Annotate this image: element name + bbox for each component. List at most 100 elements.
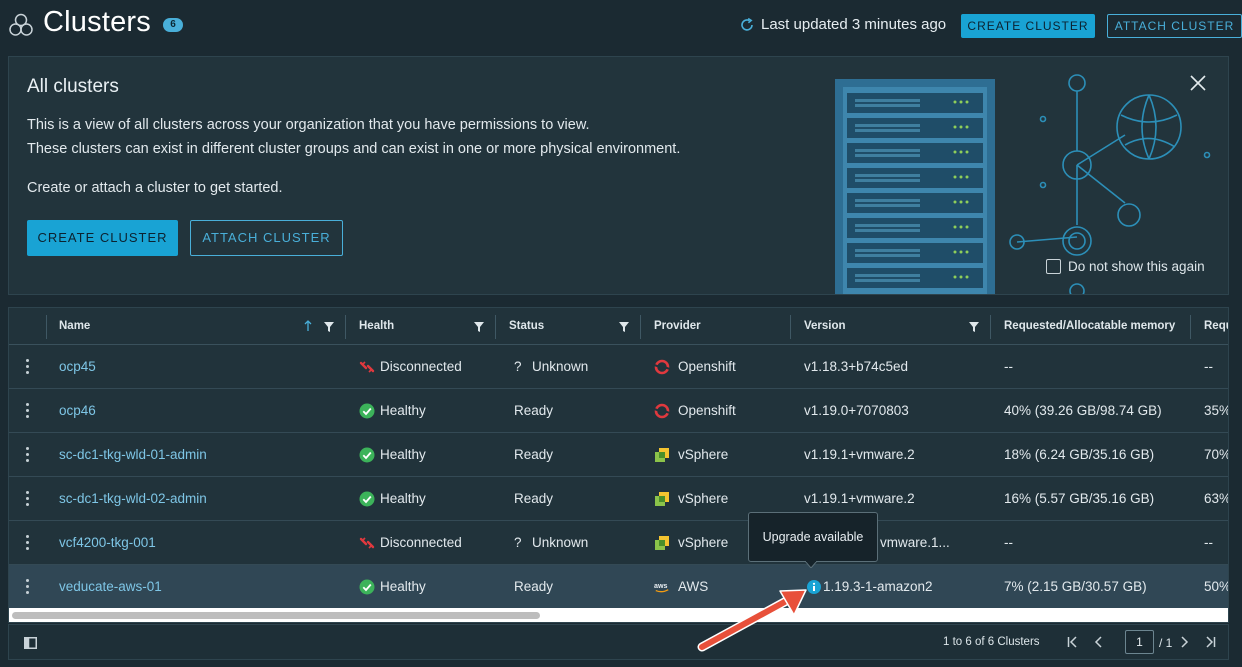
status-text: Ready: [514, 403, 554, 418]
requested-text: --: [1204, 535, 1213, 550]
requested-text: 50%: [1204, 579, 1229, 594]
provider-text: Openshift: [678, 403, 736, 418]
requested-text: --: [1204, 359, 1213, 374]
attach-cluster-button[interactable]: ATTACH CLUSTER: [1107, 14, 1242, 38]
column-header-name[interactable]: Name: [59, 320, 90, 332]
health-text: Healthy: [380, 579, 426, 594]
version-text: v1.18.3+b74c5ed: [804, 359, 908, 374]
health-text: Healthy: [380, 491, 426, 506]
table-row[interactable]: ocp45 Disconnected ? Unknown Openshift v…: [9, 345, 1228, 389]
table-row[interactable]: sc-dc1-tkg-wld-02-admin Healthy Ready vS…: [9, 477, 1228, 521]
table-row[interactable]: sc-dc1-tkg-wld-01-admin Healthy Ready vS…: [9, 433, 1229, 477]
health-text: Healthy: [380, 403, 426, 418]
row-actions-menu-icon[interactable]: [26, 403, 30, 419]
next-page-icon[interactable]: [1177, 635, 1191, 649]
page-header: Clusters 6 Last updated 3 minutes ago CR…: [0, 0, 1242, 52]
column-header-memory[interactable]: Requested/Allocatable memory: [1004, 320, 1175, 332]
cluster-name-link[interactable]: ocp45: [59, 345, 96, 389]
row-actions-menu-icon[interactable]: [26, 535, 30, 551]
close-icon[interactable]: [1189, 74, 1207, 92]
create-cluster-button[interactable]: CREATE CLUSTER: [961, 14, 1095, 38]
refresh-icon[interactable]: [739, 17, 755, 33]
disconnected-icon: [359, 537, 375, 549]
status-text: Unknown: [532, 359, 589, 374]
do-not-show-label: Do not show this again: [1068, 259, 1205, 274]
requested-text: 35%: [1204, 403, 1229, 418]
memory-text: 7% (2.15 GB/30.57 GB): [1004, 579, 1147, 594]
memory-text: --: [1004, 359, 1013, 374]
filter-icon[interactable]: [324, 322, 334, 332]
cluster-name-link[interactable]: vcf4200-tkg-001: [59, 521, 156, 565]
openshift-icon: [654, 403, 670, 419]
previous-page-icon[interactable]: [1092, 635, 1106, 649]
cluster-name-link[interactable]: sc-dc1-tkg-wld-01-admin: [59, 433, 207, 477]
horizontal-scrollbar-thumb[interactable]: [12, 612, 540, 619]
last-updated-text: Last updated 3 minutes ago: [761, 16, 947, 33]
banner-description-line-1: This is a view of all clusters across yo…: [27, 117, 590, 133]
column-separator[interactable]: [1190, 315, 1191, 339]
cluster-name-link[interactable]: veducate-aws-01: [59, 565, 162, 609]
version-text: vmware.1...: [880, 535, 950, 550]
filter-icon[interactable]: [474, 322, 484, 332]
status-unknown-icon: ?: [514, 535, 522, 550]
column-separator[interactable]: [495, 315, 496, 339]
first-page-icon[interactable]: [1066, 635, 1080, 649]
banner-description-line-3: Create or attach a cluster to get starte…: [27, 180, 283, 196]
health-text: Disconnected: [380, 359, 462, 374]
column-header-health[interactable]: Health: [359, 320, 394, 332]
filter-icon[interactable]: [619, 322, 629, 332]
table-row[interactable]: ocp46 Healthy Ready Openshift v1.19.0+70…: [9, 389, 1229, 433]
memory-text: 18% (6.24 GB/35.16 GB): [1004, 447, 1155, 462]
cluster-name-link[interactable]: ocp46: [59, 389, 96, 433]
status-unknown-icon: ?: [514, 359, 522, 374]
page-title: Clusters: [43, 6, 151, 38]
status-text: Ready: [514, 579, 554, 594]
last-page-icon[interactable]: [1203, 635, 1217, 649]
svg-text:aws: aws: [654, 582, 667, 590]
banner-description-line-2: These clusters can exist in different cl…: [27, 141, 681, 157]
provider-text: vSphere: [678, 491, 729, 506]
page-total: / 1: [1159, 636, 1173, 650]
row-actions-menu-icon[interactable]: [26, 579, 30, 595]
healthy-check-icon: [359, 491, 375, 507]
table-header: Name Health Status Provider Version Requ…: [9, 308, 1228, 345]
filter-icon[interactable]: [969, 322, 979, 332]
requested-text: 70%: [1204, 447, 1229, 462]
provider-text: Openshift: [678, 359, 736, 374]
tooltip-pointer: [805, 561, 817, 568]
aws-icon: aws: [654, 582, 669, 593]
row-actions-menu-icon[interactable]: [26, 447, 30, 463]
version-text: v1.19.1+vmware.2: [804, 447, 915, 462]
column-header-status[interactable]: Status: [509, 320, 544, 332]
memory-text: 40% (39.26 GB/98.74 GB): [1004, 403, 1162, 418]
healthy-check-icon: [359, 403, 375, 419]
column-header-version[interactable]: Version: [804, 320, 846, 332]
upgrade-tooltip: Upgrade available: [748, 512, 878, 562]
disconnected-icon: [359, 361, 375, 373]
column-separator[interactable]: [345, 315, 346, 339]
row-actions-menu-icon[interactable]: [26, 359, 30, 375]
banner-create-cluster-button[interactable]: CREATE CLUSTER: [27, 220, 178, 256]
do-not-show-checkbox[interactable]: [1046, 259, 1061, 274]
column-separator[interactable]: [790, 315, 791, 339]
table-row[interactable]: vcf4200-tkg-001 Disconnected ? Unknown v…: [9, 521, 1228, 565]
column-header-requested[interactable]: Requ: [1204, 320, 1228, 332]
banner-title: All clusters: [27, 76, 119, 97]
column-separator[interactable]: [46, 315, 47, 339]
version-text: v1.19.0+7070803: [804, 403, 909, 418]
column-separator[interactable]: [640, 315, 641, 339]
column-toggle-icon[interactable]: [24, 637, 37, 649]
banner-attach-cluster-button[interactable]: ATTACH CLUSTER: [190, 220, 343, 256]
cluster-name-link[interactable]: sc-dc1-tkg-wld-02-admin: [59, 477, 207, 521]
page-number-input[interactable]: [1125, 630, 1154, 654]
column-header-provider[interactable]: Provider: [654, 320, 701, 332]
table-row[interactable]: veducate-aws-01 Healthy Ready aws AWS 1.…: [9, 565, 1229, 609]
clusters-icon: [9, 13, 33, 36]
status-text: Unknown: [532, 535, 589, 550]
status-text: Ready: [514, 447, 554, 462]
row-actions-menu-icon[interactable]: [26, 491, 30, 507]
memory-text: 16% (5.57 GB/35.16 GB): [1004, 491, 1155, 506]
sort-ascending-icon[interactable]: [304, 320, 312, 331]
column-separator[interactable]: [990, 315, 991, 339]
status-text: Ready: [514, 491, 554, 506]
